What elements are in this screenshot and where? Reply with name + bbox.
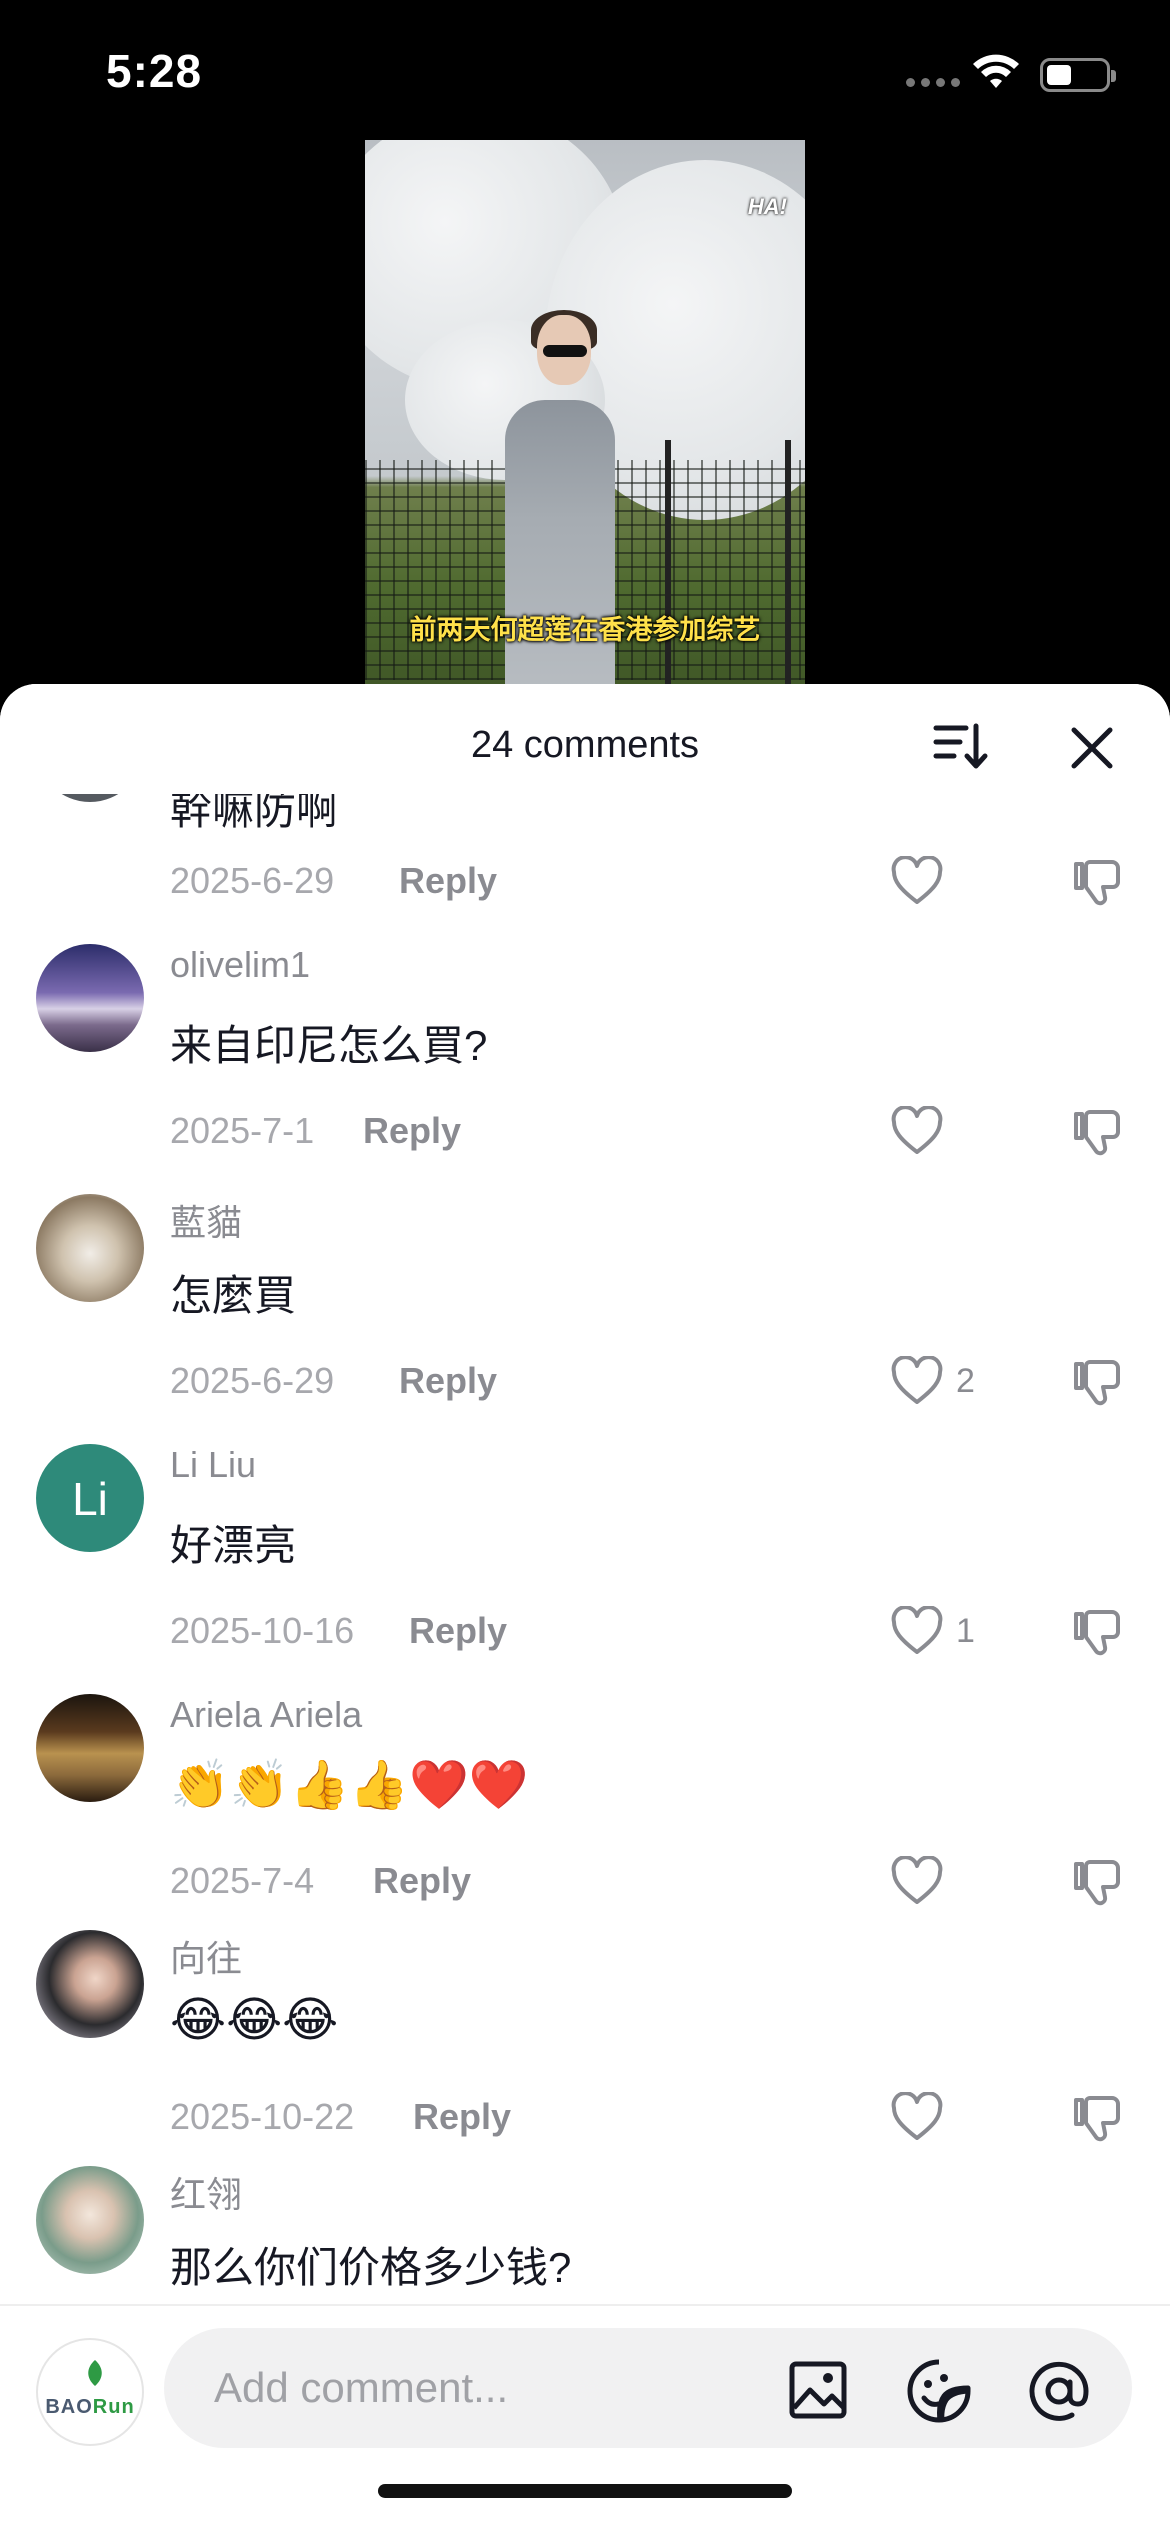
comment-input[interactable] xyxy=(214,2328,774,2448)
avatar[interactable] xyxy=(36,1930,144,2038)
comment-text: 怎麼買 xyxy=(170,1272,297,1319)
comment-author[interactable]: Li Liu xyxy=(170,1444,256,1486)
comment-date: 2025-7-1 xyxy=(170,1110,315,1151)
sunglasses xyxy=(543,345,587,357)
comment-text: 幹嘛防啊 xyxy=(170,794,339,833)
my-avatar[interactable]: BAORun xyxy=(36,2338,144,2446)
home-indicator[interactable] xyxy=(378,2484,792,2498)
heart-icon[interactable] xyxy=(890,1856,944,1906)
comment-text: 😂😂😂 xyxy=(170,1994,339,2047)
sticker-icon[interactable] xyxy=(906,2358,972,2424)
comment-author[interactable]: Ariela Ariela xyxy=(170,1694,362,1736)
comment-date: 2025-6-29 xyxy=(170,1360,335,1401)
avatar-brand: BAORun xyxy=(45,2396,135,2418)
reply-button[interactable]: Reply xyxy=(363,1110,461,1152)
thumbs-down-icon[interactable] xyxy=(1070,854,1124,908)
heart-icon[interactable] xyxy=(890,2092,944,2142)
avatar-initials: Li xyxy=(72,1473,108,1525)
reply-button[interactable]: Reply xyxy=(373,1860,471,1902)
comments-count-title: 24 comments xyxy=(470,724,700,766)
avatar[interactable] xyxy=(36,1194,144,1302)
like-count: 1 xyxy=(956,1612,975,1650)
comment-date: 2025-6-29 xyxy=(170,860,335,901)
avatar[interactable]: Li xyxy=(36,1444,144,1552)
comment-author[interactable]: 红翎 xyxy=(170,2166,242,2218)
comment-author[interactable]: 藍貓 xyxy=(170,1194,242,1246)
reply-button[interactable]: Reply xyxy=(399,860,497,902)
reply-button[interactable]: Reply xyxy=(399,1360,497,1402)
comment-author[interactable]: 向往 xyxy=(170,1930,242,1982)
comments-sheet: 24 comments 幹嘛防啊 2025-6-29 Reply oliveli… xyxy=(0,684,1170,2532)
comment-text: 那么你们价格多少钱? xyxy=(170,2244,572,2291)
comment-text: 来自印尼怎么買? xyxy=(170,1022,488,1069)
thumbs-down-icon[interactable] xyxy=(1070,1854,1124,1908)
image-icon[interactable] xyxy=(788,2360,848,2420)
thumbs-down-icon[interactable] xyxy=(1070,1604,1124,1658)
sheet-header: 24 comments xyxy=(0,684,1170,794)
video-subtitle: 前两天何超莲在香港参加综艺 xyxy=(409,615,761,645)
thumbs-down-icon[interactable] xyxy=(1070,1104,1124,1158)
status-bar: 5:28 xyxy=(0,0,1170,140)
video-watermark: HA! xyxy=(747,194,787,219)
comment-date: 2025-10-22 xyxy=(170,2096,355,2137)
close-icon[interactable] xyxy=(1066,722,1118,774)
comments-list[interactable]: 幹嘛防啊 2025-6-29 Reply olivelim1 来自印尼怎么買? … xyxy=(0,794,1170,2304)
thumbs-down-icon[interactable] xyxy=(1070,1354,1124,1408)
heart-icon[interactable] xyxy=(890,1356,944,1406)
heart-icon[interactable] xyxy=(890,1606,944,1656)
sort-icon[interactable] xyxy=(930,718,990,774)
video-preview[interactable]: HA! 前两天何超莲在香港参加综艺 xyxy=(365,140,805,700)
avatar[interactable] xyxy=(36,794,144,802)
comment-composer: BAORun xyxy=(0,2304,1170,2532)
status-time: 5:28 xyxy=(106,45,203,97)
heart-icon[interactable] xyxy=(890,1106,944,1156)
battery-icon xyxy=(1040,58,1116,92)
add-comment-field[interactable] xyxy=(164,2328,1132,2448)
avatar[interactable] xyxy=(36,1694,144,1802)
avatar[interactable] xyxy=(36,944,144,1052)
reply-button[interactable]: Reply xyxy=(413,2096,511,2138)
heart-icon[interactable] xyxy=(890,856,944,906)
like-count: 2 xyxy=(956,1362,975,1400)
comment-date: 2025-10-16 xyxy=(170,1610,355,1651)
leaf-icon xyxy=(88,2360,102,2386)
avatar[interactable] xyxy=(36,2166,144,2274)
at-icon[interactable] xyxy=(1026,2358,1092,2424)
comment-text: 好漂亮 xyxy=(170,1522,297,1569)
comment-date: 2025-7-4 xyxy=(170,1860,315,1901)
wifi-icon xyxy=(973,54,1019,88)
reply-button[interactable]: Reply xyxy=(409,1610,507,1652)
cellular-signal-icon xyxy=(906,78,960,87)
comment-author[interactable]: olivelim1 xyxy=(170,944,310,986)
comment-text: 👏👏👍👍❤️❤️ xyxy=(170,1759,529,1812)
thumbs-down-icon[interactable] xyxy=(1070,2090,1124,2144)
